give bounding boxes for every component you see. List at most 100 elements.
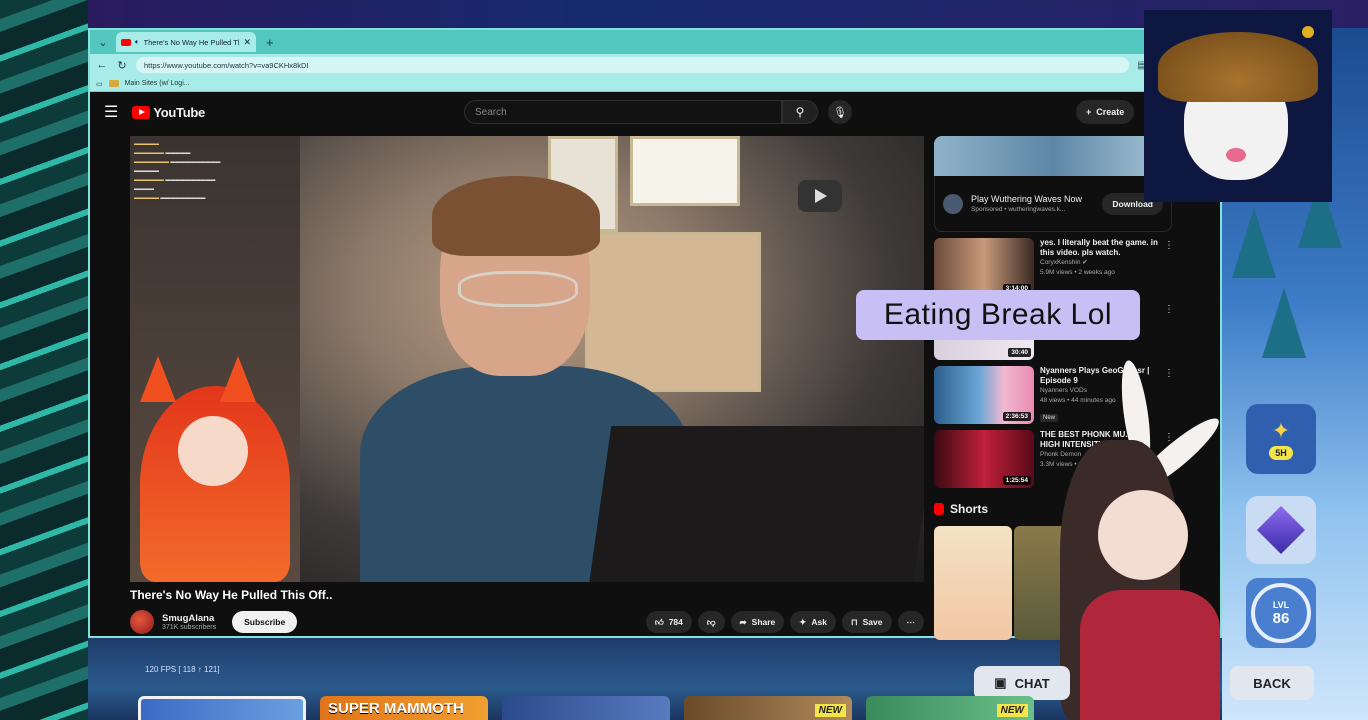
more-dots-icon: ⋯ xyxy=(906,616,916,627)
back-label: BACK xyxy=(1253,675,1291,691)
sparkle-icon: ✦ xyxy=(799,616,807,627)
back-button[interactable]: BACK xyxy=(1230,666,1314,700)
ad-sponsor: Sponsored • wutheringwaves.k... xyxy=(971,206,1066,213)
bookmarks-bar: ▭ Main Sites (w/ Logi... xyxy=(90,76,1220,92)
video-thumbnail[interactable]: 2:36:53 xyxy=(934,366,1034,424)
game-mode-cards: SUPER MAMMOTH NEW NEW xyxy=(138,696,1034,720)
video-thumbnail[interactable]: 3:14:00 xyxy=(934,238,1034,296)
cat-vtuber-avatar xyxy=(1144,10,1332,202)
youtube-logo-text: YouTube xyxy=(153,104,205,120)
wall-play-button-icon xyxy=(798,180,842,212)
ask-button[interactable]: ✦ Ask xyxy=(790,611,836,633)
list-item[interactable]: 3:14:00 yes. I literally beat the game. … xyxy=(934,238,1174,296)
reload-icon[interactable]: ↻ xyxy=(116,59,128,72)
level-label: LVL xyxy=(1272,599,1290,610)
share-label: Share xyxy=(751,617,776,627)
youtube-masthead: ☰ YouTube Search ⚲ 🎙︎ + Create xyxy=(90,92,1220,132)
subscribe-button[interactable]: Subscribe xyxy=(232,611,298,633)
mode-card[interactable]: SUPER MAMMOTH xyxy=(320,696,488,720)
channel-row: SmugAlana 371K subscribers Subscribe 👍︎ … xyxy=(130,608,924,636)
ad-app-icon xyxy=(943,193,963,214)
like-button[interactable]: 👍︎ 784 xyxy=(645,611,692,633)
address-row: ← ↻ https://www.youtube.com/watch?v=va9C… xyxy=(90,54,1220,76)
create-label: Create xyxy=(1096,107,1125,117)
voice-search-button[interactable]: 🎙︎ xyxy=(828,100,852,124)
level-widget: LVL 86 xyxy=(1246,578,1316,648)
new-badge: NEW xyxy=(996,704,1028,717)
shorts-icon xyxy=(934,503,944,515)
eating-break-overlay: Eating Break Lol xyxy=(856,290,1140,340)
duration-badge: 1:25:54 xyxy=(1002,476,1031,485)
level-number: 86 xyxy=(1272,609,1290,627)
recommendation-channel[interactable]: CoryxKenshin ✔ xyxy=(1040,258,1160,268)
timer-value: 5H xyxy=(1269,446,1293,460)
pickaxe-icon: ✦ xyxy=(1271,418,1291,443)
youtube-logo[interactable]: YouTube xyxy=(132,105,205,120)
close-tab-icon[interactable]: ✕ xyxy=(243,37,251,48)
ad-title: Play Wuthering Waves Now xyxy=(971,194,1083,204)
bookmark-main-sites[interactable]: Main Sites (w/ Logi... xyxy=(125,80,190,87)
channel-avatar[interactable] xyxy=(130,610,154,634)
dislike-button[interactable]: 👎︎ xyxy=(697,611,725,633)
create-button[interactable]: + Create xyxy=(1076,100,1135,124)
timer-widget: ✦ 5H xyxy=(1246,404,1316,474)
stream-background-left xyxy=(0,0,88,720)
new-tab-button[interactable]: + xyxy=(266,35,274,50)
stream-chat-overlay: ▬▬▬▬▬ ▬▬▬▬▬▬ ▬▬▬▬▬ ▬▬▬▬▬▬▬ ▬▬▬▬▬▬▬▬▬▬ ▬▬… xyxy=(134,141,221,201)
menu-icon[interactable]: ☰ xyxy=(104,102,118,122)
save-label: Save xyxy=(862,617,883,627)
video-title: There's No Way He Pulled This Off.. xyxy=(130,588,333,602)
recommendation-title[interactable]: yes. I literally beat the game. in this … xyxy=(1040,238,1160,258)
like-count: 784 xyxy=(668,617,683,627)
youtube-favicon-icon xyxy=(121,38,131,46)
rank-gem-icon xyxy=(1256,505,1306,555)
mode-card[interactable] xyxy=(502,696,670,720)
chat-icon: ▣ xyxy=(994,675,1007,690)
bookmark-icon: ⊓ xyxy=(851,616,858,627)
ad-card[interactable]: Play Wuthering Waves Now Sponsored • wut… xyxy=(934,176,1172,232)
bookmark-app-icon[interactable]: ▭ xyxy=(96,80,103,88)
video-thumbnail[interactable]: 1:25:54 xyxy=(934,430,1034,488)
tab-strip: ⌄ 🔈︎ There's No Way He Pulled Th ✕ + xyxy=(90,30,1220,54)
ad-banner-image[interactable] xyxy=(934,136,1172,176)
more-options-icon[interactable]: ⋮ xyxy=(1164,240,1174,251)
tab-youtube-video[interactable]: 🔈︎ There's No Way He Pulled Th ✕ xyxy=(116,32,256,52)
ask-label: Ask xyxy=(811,617,827,627)
level-ring: LVL 86 xyxy=(1251,583,1311,643)
speaker-icon[interactable]: 🔈︎ xyxy=(135,37,140,47)
short-thumbnail[interactable] xyxy=(934,526,1012,640)
mode-card-label: SUPER MAMMOTH xyxy=(328,700,464,717)
rank-badge xyxy=(1246,496,1316,564)
search-button[interactable]: ⚲ xyxy=(782,100,818,124)
youtube-play-logo-icon xyxy=(132,105,151,119)
share-button[interactable]: ➦ Share xyxy=(730,611,785,633)
plus-icon: + xyxy=(1086,107,1092,117)
vtuber-fox-avatar xyxy=(130,356,320,582)
mode-card[interactable]: NEW xyxy=(866,696,1034,720)
mode-card[interactable]: NEW xyxy=(684,696,852,720)
tab-list-chevron-icon[interactable]: ⌄ xyxy=(94,33,112,51)
subscriber-count: 371K subscribers xyxy=(162,624,217,631)
address-bar[interactable]: https://www.youtube.com/watch?v=va9CKHx8… xyxy=(136,57,1130,73)
chat-button[interactable]: ▣ CHAT xyxy=(974,666,1070,700)
bunny-vtuber-avatar xyxy=(1040,358,1240,720)
save-button[interactable]: ⊓ Save xyxy=(842,611,892,633)
video-player[interactable]: ▬▬▬▬▬ ▬▬▬▬▬▬ ▬▬▬▬▬ ▬▬▬▬▬▬▬ ▬▬▬▬▬▬▬▬▬▬ ▬▬… xyxy=(130,136,924,582)
duration-badge: 2:36:53 xyxy=(1002,412,1031,421)
more-actions-button[interactable]: ⋯ xyxy=(897,611,924,633)
duration-badge: 30:40 xyxy=(1008,348,1031,357)
search-icon: ⚲ xyxy=(795,105,805,119)
search-input[interactable]: Search xyxy=(464,100,782,124)
back-arrow-icon[interactable]: ← xyxy=(96,59,108,71)
mode-card[interactable] xyxy=(138,696,306,720)
thumbs-up-icon: 👍︎ xyxy=(654,616,664,627)
folder-icon xyxy=(108,80,119,87)
share-arrow-icon: ➦ xyxy=(739,616,747,627)
channel-name[interactable]: SmugAlana xyxy=(162,613,216,624)
thumbs-down-icon: 👎︎ xyxy=(706,616,716,627)
more-options-icon[interactable]: ⋮ xyxy=(1164,304,1174,315)
tab-title: There's No Way He Pulled Th xyxy=(143,37,240,47)
recommendation-meta: 5.9M views • 2 weeks ago xyxy=(1040,269,1115,276)
fps-counter: 120 FPS [ 118 ↑ 121] xyxy=(145,665,220,674)
shorts-label: Shorts xyxy=(950,502,989,516)
